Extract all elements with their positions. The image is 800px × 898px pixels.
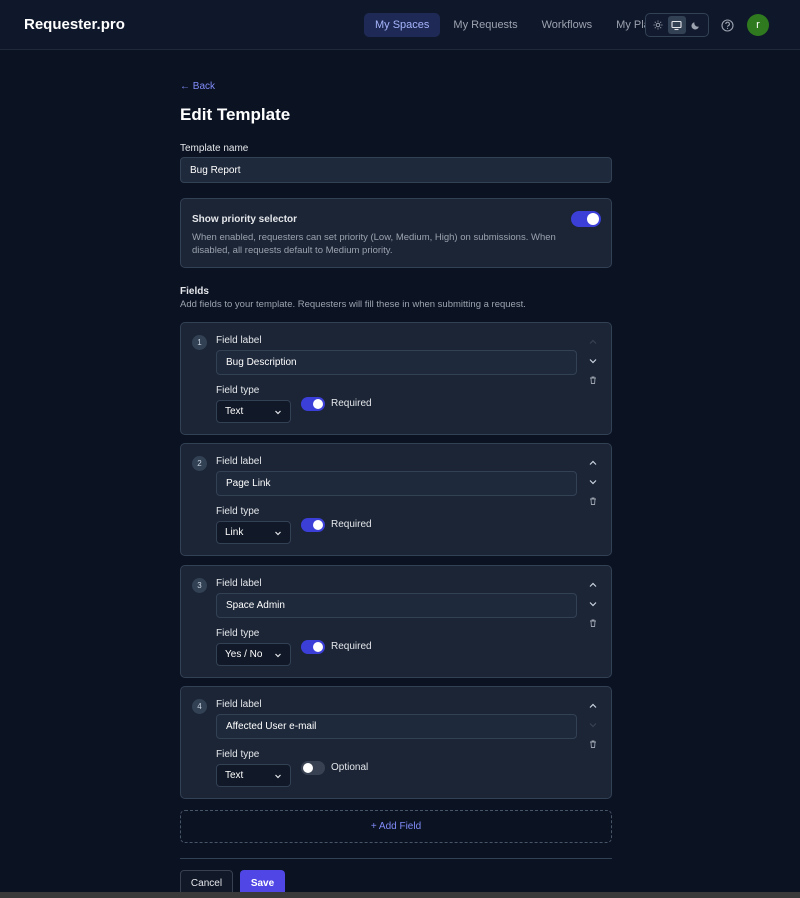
field-type-select[interactable]: Link <box>216 521 291 544</box>
field-type-value: Yes / No <box>225 649 263 660</box>
chevron-down-icon <box>275 774 281 778</box>
move-up-icon[interactable] <box>587 457 599 469</box>
trash-icon[interactable] <box>587 738 599 750</box>
chevron-down-icon <box>275 531 281 535</box>
theme-switcher <box>645 13 709 37</box>
required-toggle[interactable] <box>301 518 325 532</box>
field-number: 4 <box>192 699 207 714</box>
field-type-select[interactable]: Text <box>216 400 291 423</box>
field-label-input[interactable]: Affected User e-mail <box>216 714 577 739</box>
priority-toggle[interactable] <box>571 211 601 227</box>
field-card-4: 4 Field label Affected User e-mail Field… <box>180 686 612 799</box>
help-icon[interactable] <box>721 19 734 32</box>
required-toggle[interactable] <box>301 640 325 654</box>
field-label-input[interactable]: Space Admin <box>216 593 577 618</box>
field-label-caption: Field label <box>216 578 262 589</box>
monitor-icon[interactable] <box>667 16 686 34</box>
field-type-caption: Field type <box>216 628 260 639</box>
nav-my-spaces[interactable]: My Spaces <box>364 13 441 37</box>
moon-icon[interactable] <box>687 16 705 34</box>
field-label-caption: Field label <box>216 456 262 467</box>
field-number: 1 <box>192 335 207 350</box>
field-card-1: 1 Field label Bug Description Field type… <box>180 322 612 435</box>
required-label: Required <box>331 398 372 409</box>
field-type-value: Text <box>225 770 244 781</box>
field-type-caption: Field type <box>216 385 260 396</box>
nav-workflows[interactable]: Workflows <box>531 13 604 37</box>
optional-toggle[interactable] <box>301 761 325 775</box>
add-field-button[interactable]: + Add Field <box>180 810 612 843</box>
field-label-input[interactable]: Page Link <box>216 471 577 496</box>
nav-my-requests[interactable]: My Requests <box>442 13 528 37</box>
field-type-value: Text <box>225 406 244 417</box>
trash-icon[interactable] <box>587 495 599 507</box>
optional-label: Optional <box>331 762 369 773</box>
move-down-icon[interactable] <box>587 355 599 367</box>
required-toggle[interactable] <box>301 397 325 411</box>
field-type-caption: Field type <box>216 506 260 517</box>
field-type-select[interactable]: Yes / No <box>216 643 291 666</box>
move-down-icon[interactable] <box>587 598 599 610</box>
field-number: 2 <box>192 456 207 471</box>
trash-icon[interactable] <box>587 374 599 386</box>
move-down-icon[interactable] <box>587 719 599 731</box>
back-link[interactable]: ← Back <box>180 81 215 92</box>
field-number: 3 <box>192 578 207 593</box>
top-navigation-bar: Requester.pro My Spaces My Requests Work… <box>0 0 800 50</box>
field-type-select[interactable]: Text <box>216 764 291 787</box>
field-card-3: 3 Field label Space Admin Field type Yes… <box>180 565 612 678</box>
page-title: Edit Template <box>180 105 291 124</box>
move-up-icon[interactable] <box>587 700 599 712</box>
priority-selector-card: Show priority selector When enabled, req… <box>180 198 612 268</box>
sun-icon[interactable] <box>649 16 667 34</box>
field-card-2: 2 Field label Page Link Field type Link … <box>180 443 612 556</box>
chevron-down-icon <box>275 410 281 414</box>
main-nav: My Spaces My Requests Workflows My Plan <box>364 13 669 37</box>
fields-subheading: Add fields to your template. Requesters … <box>180 299 526 310</box>
required-label: Required <box>331 519 372 530</box>
fields-heading: Fields <box>180 286 209 297</box>
field-type-caption: Field type <box>216 749 260 760</box>
move-down-icon[interactable] <box>587 476 599 488</box>
divider <box>180 858 612 859</box>
required-label: Required <box>331 641 372 652</box>
priority-description: When enabled, requesters can set priorit… <box>192 232 556 256</box>
field-label-caption: Field label <box>216 699 262 710</box>
window-bottom-edge <box>0 892 800 898</box>
move-up-icon[interactable] <box>587 336 599 348</box>
field-label-caption: Field label <box>216 335 262 346</box>
template-name-label: Template name <box>180 143 249 154</box>
field-label-input[interactable]: Bug Description <box>216 350 577 375</box>
avatar[interactable]: r <box>747 14 769 36</box>
chevron-down-icon <box>275 653 281 657</box>
priority-title: Show priority selector <box>192 214 298 225</box>
field-type-value: Link <box>225 527 244 538</box>
template-name-input[interactable]: Bug Report <box>180 157 612 183</box>
brand-logo[interactable]: Requester.pro <box>24 16 125 33</box>
trash-icon[interactable] <box>587 617 599 629</box>
move-up-icon[interactable] <box>587 579 599 591</box>
